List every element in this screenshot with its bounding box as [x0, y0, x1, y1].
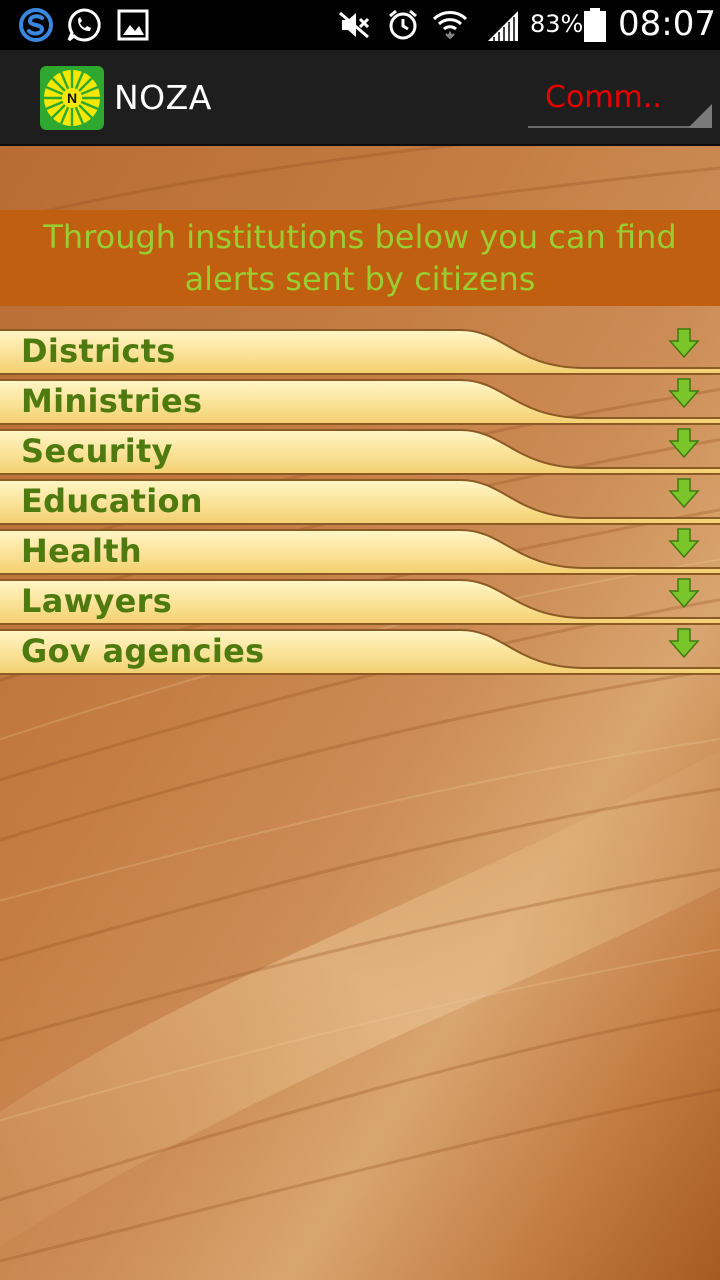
arrow-down-icon[interactable] [668, 327, 700, 359]
wifi-icon [432, 7, 468, 43]
info-banner: Through institutions below you can find … [0, 210, 720, 306]
battery-percent: 83% [530, 10, 584, 38]
category-item-security[interactable]: Security [0, 426, 720, 476]
category-label: Districts [21, 332, 176, 370]
gallery-icon [115, 7, 151, 43]
category-label: Health [21, 532, 142, 570]
clock: 08:07 [618, 4, 716, 44]
category-item-health[interactable]: Health [0, 526, 720, 576]
category-label: Security [21, 432, 173, 470]
app-title: NOZA [114, 78, 212, 117]
action-bar: N NOZA Comm.. [0, 50, 720, 146]
signal-icon [484, 7, 520, 43]
category-item-ministries[interactable]: Ministries [0, 376, 720, 426]
category-item-gov-agencies[interactable]: Gov agencies [0, 626, 720, 676]
category-item-districts[interactable]: Districts [0, 326, 720, 376]
category-item-lawyers[interactable]: Lawyers [0, 576, 720, 626]
alarm-icon [385, 7, 421, 43]
wood-background [0, 146, 720, 1280]
svg-text:N: N [67, 90, 77, 106]
category-label: Education [21, 482, 203, 520]
arrow-down-icon[interactable] [668, 577, 700, 609]
spinner-underline [528, 126, 712, 128]
noza-logo-icon[interactable]: N [40, 66, 104, 130]
battery-icon [582, 7, 608, 43]
banner-text: Through institutions below you can find … [43, 218, 677, 298]
category-label: Gov agencies [21, 632, 265, 670]
dropdown-triangle-icon [688, 104, 712, 128]
category-label: Lawyers [21, 582, 173, 620]
skype-icon [18, 7, 54, 43]
category-list: Districts Ministries Security Education … [0, 326, 720, 676]
category-item-education[interactable]: Education [0, 476, 720, 526]
arrow-down-icon[interactable] [668, 427, 700, 459]
whatsapp-icon [66, 7, 102, 43]
arrow-down-icon[interactable] [668, 377, 700, 409]
status-bar: 83% 08:07 [0, 0, 720, 50]
category-label: Ministries [21, 382, 203, 420]
arrow-down-icon[interactable] [668, 527, 700, 559]
mute-icon [336, 7, 372, 43]
arrow-down-icon[interactable] [668, 627, 700, 659]
spinner-selected-value: Comm.. [545, 80, 662, 115]
arrow-down-icon[interactable] [668, 477, 700, 509]
filter-spinner[interactable]: Comm.. [528, 72, 712, 130]
